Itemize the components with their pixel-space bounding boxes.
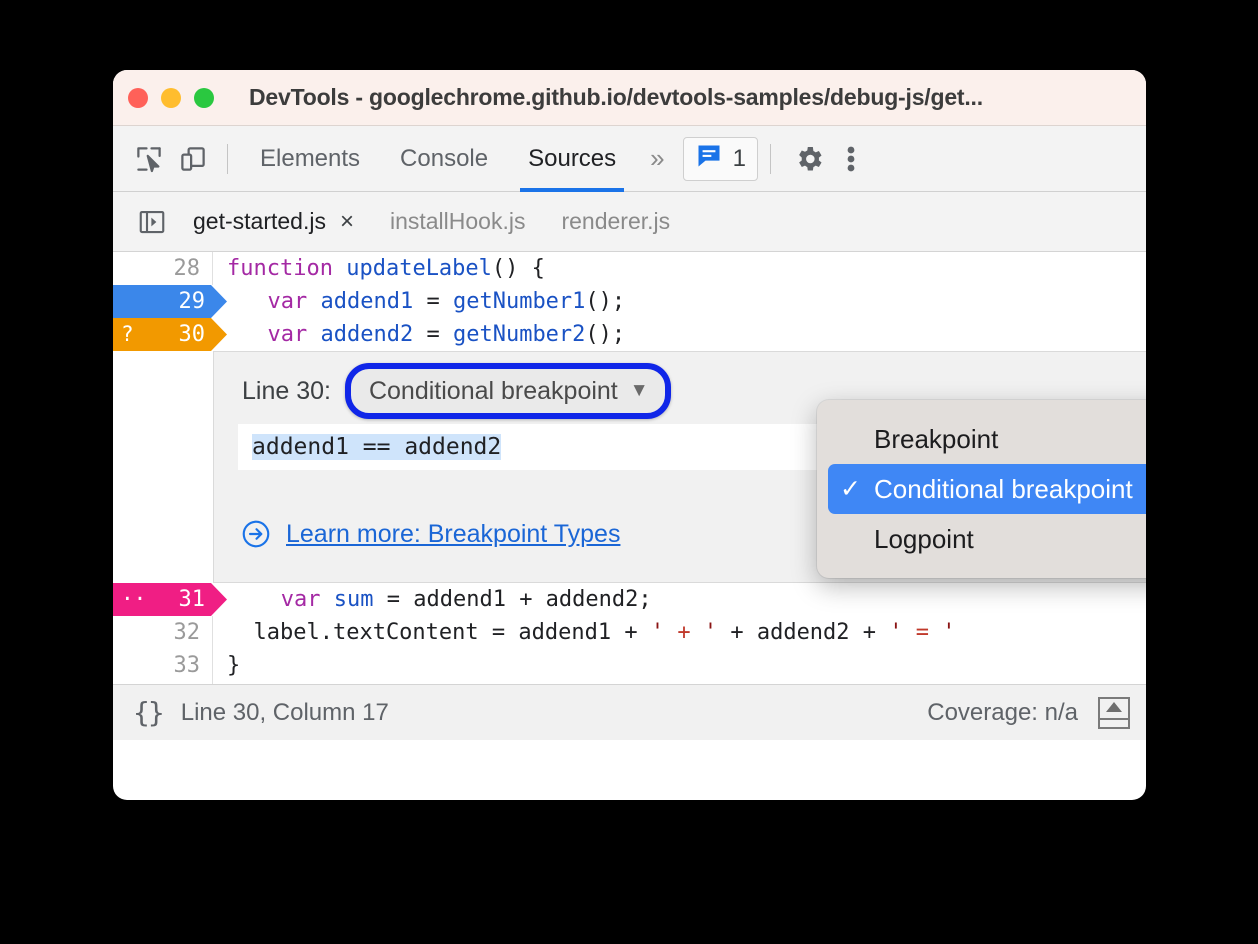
breakpoint-edit-widget: Line 30: Conditional breakpoint ▼ addend… <box>213 351 1146 583</box>
coverage-status: Coverage: n/a <box>927 698 1078 726</box>
breakpoint-marker-blue[interactable]: 29 <box>113 285 227 318</box>
breakpoint-type-value: Conditional breakpoint <box>368 376 618 405</box>
marker-shape <box>113 285 227 318</box>
breakpoint-marker-orange[interactable]: ? 30 <box>113 318 227 351</box>
marker-prefix: ·· <box>121 587 147 611</box>
inspect-element-icon[interactable] <box>127 137 171 181</box>
devtools-window: DevTools - googlechrome.github.io/devtoo… <box>113 70 1146 800</box>
drawer-triangle <box>1106 701 1122 712</box>
code-line-29: 29 var addend1 = getNumber1(); <box>113 285 1146 318</box>
close-icon[interactable]: × <box>340 209 354 234</box>
window-titlebar: DevTools - googlechrome.github.io/devtoo… <box>113 70 1146 126</box>
devtools-toolbar: Elements Console Sources » 1 <box>113 126 1146 192</box>
file-tab-label: renderer.js <box>561 208 671 234</box>
marker-prefix: ? <box>121 322 134 346</box>
tab-console[interactable]: Console <box>380 126 508 192</box>
breakpoint-marker-pink[interactable]: ·· 31 <box>113 583 227 616</box>
line-number: 31 <box>178 587 206 612</box>
pretty-print-button[interactable]: {} <box>133 696 165 729</box>
learn-more-label: Learn more: Breakpoint Types <box>286 519 621 548</box>
window-title: DevTools - googlechrome.github.io/devtoo… <box>249 84 983 110</box>
device-toolbar-icon[interactable] <box>171 137 215 181</box>
line-number: 30 <box>178 322 206 347</box>
tab-elements[interactable]: Elements <box>240 126 380 192</box>
menu-item-breakpoint[interactable]: Breakpoint <box>828 414 1146 464</box>
breakpoint-type-select-wrapper: Conditional breakpoint ▼ <box>344 363 671 419</box>
code-line-text: function getNumber1() { <box>213 682 532 684</box>
issues-count: 1 <box>732 144 746 172</box>
checkmark-icon: ✓ <box>840 475 861 503</box>
minimize-button[interactable] <box>161 87 181 108</box>
close-button[interactable] <box>128 87 148 108</box>
file-tab-installhook[interactable]: installHook.js <box>372 192 544 252</box>
breakpoint-type-select[interactable]: Conditional breakpoint ▼ <box>344 363 671 419</box>
arrow-circle-right-icon <box>240 518 272 550</box>
chevron-down-icon: ▼ <box>629 380 649 401</box>
show-navigator-icon[interactable] <box>129 199 175 245</box>
issues-button[interactable]: 1 <box>682 136 758 181</box>
tab-elements-label: Elements <box>260 144 361 172</box>
breakpoint-condition-value: addend1 == addend2 <box>252 434 502 460</box>
menu-item-conditional-breakpoint[interactable]: ✓ Conditional breakpoint <box>828 464 1146 514</box>
code-line-text: } <box>227 653 241 678</box>
line-number[interactable]: 28 <box>113 252 213 285</box>
menu-item-label: Logpoint <box>874 523 974 554</box>
line-number[interactable]: 34 <box>113 682 213 684</box>
code-line-32: 32 label.textContent = addend1 + ' + ' +… <box>113 616 1146 649</box>
file-tab-get-started[interactable]: get-started.js × <box>175 192 372 252</box>
menu-item-logpoint[interactable]: Logpoint <box>828 514 1146 564</box>
toolbar-divider-2 <box>769 143 771 174</box>
breakpoint-type-dropdown-menu: Breakpoint ✓ Conditional breakpoint Logp… <box>817 400 1146 578</box>
issues-speech-bubble-icon <box>695 142 723 175</box>
line-number[interactable]: 33 <box>113 649 213 682</box>
breakpoint-line-label: Line 30: <box>242 376 331 405</box>
cursor-position: Line 30, Column 17 <box>180 698 389 726</box>
code-line-28: 28 function updateLabel() { <box>113 252 1146 285</box>
line-number[interactable]: 32 <box>113 616 213 649</box>
source-file-tabs: get-started.js × installHook.js renderer… <box>113 192 1146 252</box>
code-line-34: 34 function getNumber1() { <box>113 682 1146 684</box>
gear-icon[interactable] <box>787 137 831 181</box>
drawer-bar <box>1100 717 1128 720</box>
tab-sources[interactable]: Sources <box>508 126 636 192</box>
more-tabs-chevron-icon[interactable]: » <box>636 143 676 174</box>
toolbar-divider <box>227 143 228 174</box>
maximize-button[interactable] <box>194 87 214 108</box>
code-line-33: 33 } <box>113 649 1146 682</box>
code-line-text: var addend1 = getNumber1(); <box>267 289 626 314</box>
tab-sources-label: Sources <box>528 144 617 172</box>
code-line-31: ·· 31 var sum = addend1 + addend2; <box>113 583 1146 616</box>
line-number: 29 <box>178 289 206 314</box>
code-line-text: label.textContent = addend1 + ' + ' + ad… <box>227 620 956 645</box>
file-tab-label: get-started.js <box>193 208 326 234</box>
tab-console-label: Console <box>400 144 489 172</box>
code-line-text: var addend2 = getNumber2(); <box>267 322 626 347</box>
code-line-text: var sum = addend1 + addend2; <box>280 587 652 612</box>
more-options-icon[interactable] <box>831 137 871 181</box>
file-tab-label: installHook.js <box>389 208 526 234</box>
file-tab-renderer[interactable]: renderer.js <box>543 192 688 252</box>
editor-status-bar: {} Line 30, Column 17 Coverage: n/a <box>113 684 1146 740</box>
code-line-text: function updateLabel() { <box>227 256 545 281</box>
menu-item-label: Conditional breakpoint <box>874 473 1133 504</box>
show-drawer-icon[interactable] <box>1098 696 1130 729</box>
code-editor[interactable]: 28 function updateLabel() { 29 var adden… <box>113 252 1146 684</box>
menu-item-label: Breakpoint <box>874 423 999 454</box>
code-line-30: ? 30 var addend2 = getNumber2(); <box>113 318 1146 351</box>
